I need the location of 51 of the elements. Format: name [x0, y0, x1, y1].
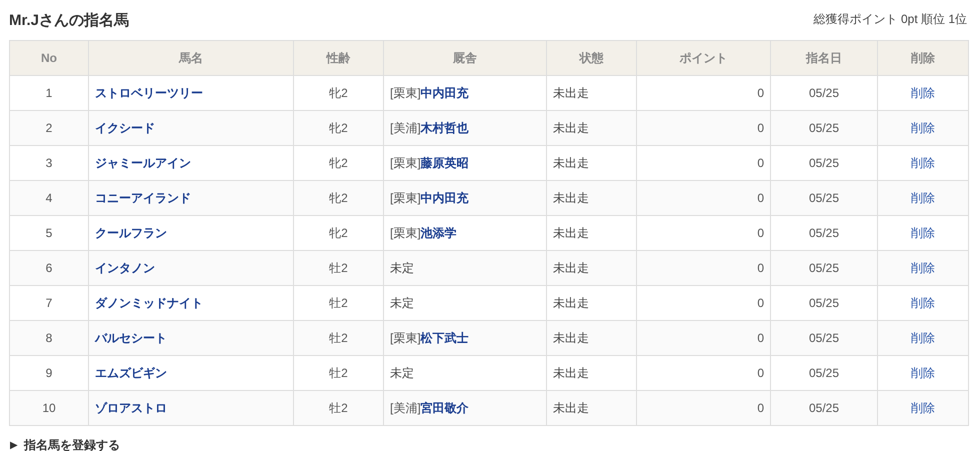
- region-label: [美浦]: [390, 121, 421, 135]
- column-header: 馬名: [88, 40, 294, 76]
- trainer-link[interactable]: 宮田敬介: [420, 401, 469, 415]
- delete-link[interactable]: 削除: [911, 86, 935, 100]
- stable-text: 未定: [390, 261, 414, 275]
- horse-link[interactable]: ゾロアストロ: [95, 401, 167, 415]
- column-header: 指名日: [770, 40, 878, 76]
- delete-link[interactable]: 削除: [911, 296, 935, 310]
- trainer-link[interactable]: 中内田充: [420, 86, 469, 100]
- points-summary: 総獲得ポイント 0pt 順位 1位: [814, 11, 967, 28]
- horse-link[interactable]: バルセシート: [95, 331, 167, 345]
- delete-link[interactable]: 削除: [911, 156, 935, 170]
- trainer-link[interactable]: 池添学: [420, 226, 457, 240]
- delete-link[interactable]: 削除: [911, 401, 935, 415]
- delete-link[interactable]: 削除: [911, 331, 935, 345]
- region-label: [栗東]: [390, 226, 421, 240]
- stable-text: 未定: [390, 366, 414, 380]
- trainer-link[interactable]: 藤原英昭: [420, 156, 469, 170]
- trainer-link[interactable]: 木村哲也: [420, 121, 469, 135]
- region-label: [栗東]: [390, 86, 421, 100]
- status-cell: 未出走: [546, 390, 636, 426]
- column-header: 削除: [878, 40, 968, 76]
- delete-link[interactable]: 削除: [911, 366, 935, 380]
- region-label: [栗東]: [390, 156, 421, 170]
- horse-link[interactable]: ジャミールアイン: [95, 156, 191, 170]
- delete-link[interactable]: 削除: [911, 121, 935, 135]
- horse-link[interactable]: イクシード: [95, 121, 155, 135]
- region-label: [栗東]: [390, 331, 421, 345]
- horse-link[interactable]: コニーアイランド: [95, 191, 191, 205]
- trainer-link[interactable]: 松下武士: [420, 331, 469, 345]
- row-number: 10: [10, 390, 88, 426]
- column-header: 状態: [546, 40, 636, 76]
- page-title: Mr.Jさんの指名馬: [9, 10, 130, 30]
- horse-link[interactable]: エムズビギン: [95, 366, 167, 380]
- column-header: 厩舎: [384, 40, 546, 76]
- delete-link[interactable]: 削除: [911, 226, 935, 240]
- date-cell: 05/25: [770, 390, 878, 426]
- horse-link[interactable]: クールフラン: [95, 226, 167, 240]
- sex-age-cell: 牡2: [294, 390, 384, 426]
- column-header: 性齢: [294, 40, 384, 76]
- region-label: [美浦]: [390, 401, 421, 415]
- column-header: No: [10, 40, 88, 76]
- triangle-icon: ▶: [10, 438, 18, 451]
- region-label: [栗東]: [390, 191, 421, 205]
- horse-link[interactable]: インタノン: [95, 261, 155, 275]
- trainer-link[interactable]: 中内田充: [420, 191, 469, 205]
- points-cell: 0: [636, 390, 770, 426]
- stable-text: 未定: [390, 296, 414, 310]
- delete-link[interactable]: 削除: [911, 191, 935, 205]
- delete-link[interactable]: 削除: [911, 261, 935, 275]
- column-header: ポイント: [636, 40, 770, 76]
